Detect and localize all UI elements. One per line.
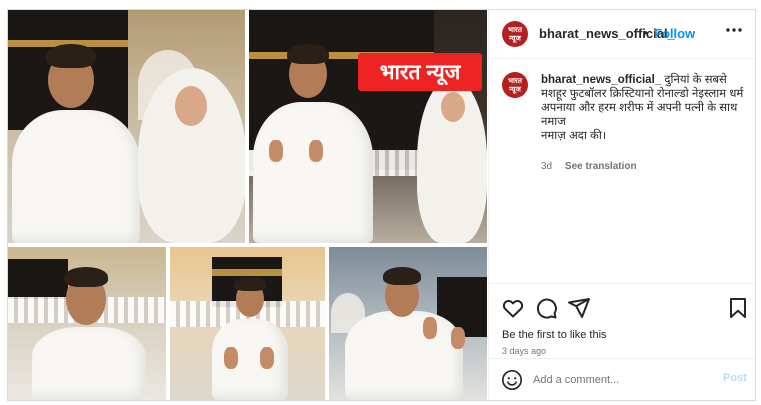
photo-praying-mosque	[329, 247, 487, 400]
follow-button[interactable]: Follow	[654, 26, 695, 41]
photo-praying-kaaba	[249, 10, 487, 243]
comment-bar: Post	[489, 358, 757, 400]
post-comment-button[interactable]: Post	[723, 372, 747, 384]
caption-username[interactable]: bharat_news_official_	[541, 74, 661, 86]
caption-text: bharat_news_official_ दुनियां के सबसे मश…	[541, 73, 746, 143]
separator-dot: •	[643, 25, 648, 40]
comment-icon[interactable]	[534, 296, 558, 320]
comment-input[interactable]	[533, 370, 703, 390]
post-dialog: भारत न्यूज भारत न्यूज bharat_news_offici…	[7, 9, 757, 401]
caption-avatar[interactable]: भारत न्यूज	[502, 72, 528, 98]
more-horizontal-icon[interactable]	[724, 20, 744, 40]
post-image-collage[interactable]: भारत न्यूज	[8, 10, 487, 400]
bookmark-icon[interactable]	[726, 296, 750, 320]
post-date: 3 days ago	[502, 346, 547, 356]
see-translation-link[interactable]: See translation	[565, 161, 637, 172]
photo-sunset-kaaba	[170, 247, 325, 400]
heart-icon[interactable]	[501, 296, 525, 320]
caption-section: भारत न्यूज bharat_news_official_ दुनियां…	[489, 60, 757, 280]
caption-time-ago: 3d	[541, 161, 553, 172]
caption-meta: 3d See translation	[541, 161, 637, 172]
post-header: भारत न्यूज bharat_news_official_ • Follo…	[489, 10, 757, 59]
photo-smiling-white-robe	[8, 247, 166, 400]
photo-couple-at-kaaba	[8, 10, 245, 243]
emoji-icon[interactable]	[501, 369, 523, 391]
bharat-news-overlay-label: भारत न्यूज	[358, 53, 482, 91]
post-side-panel: भारत न्यूज bharat_news_official_ • Follo…	[488, 10, 757, 400]
share-icon[interactable]	[567, 296, 591, 320]
caption-body-line2: नमाज़ अदा की।	[541, 130, 607, 142]
likes-count-text: Be the first to like this	[502, 329, 607, 341]
avatar[interactable]: भारत न्यूज	[502, 21, 528, 47]
